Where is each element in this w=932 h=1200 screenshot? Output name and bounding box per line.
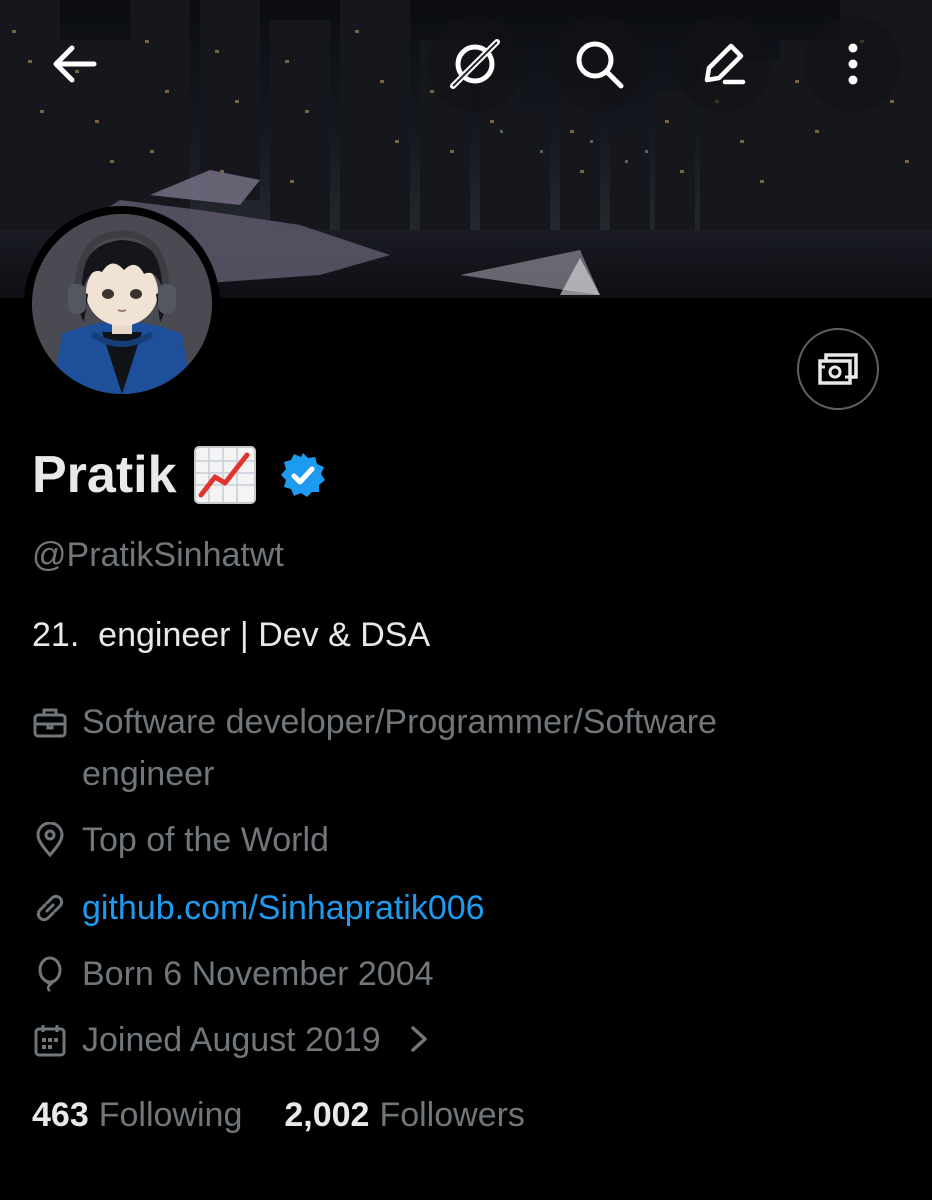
followers-label: Followers	[379, 1096, 525, 1134]
edit-profile-button[interactable]	[675, 16, 771, 112]
location-pin-icon	[36, 822, 64, 858]
arrow-left-icon	[53, 45, 97, 83]
follow-stats: 463 Following 2,002 Followers	[32, 1096, 525, 1135]
joined-text: Joined August 2019	[82, 1021, 381, 1059]
birthday-text: Born 6 November 2004	[82, 955, 434, 993]
profession-item: Software developer/Programmer/Software e…	[32, 696, 717, 800]
birthday-item: Born 6 November 2004	[32, 948, 434, 1000]
tips-button[interactable]	[797, 328, 879, 410]
verified-badge-icon	[280, 453, 325, 497]
money-icon	[818, 353, 858, 385]
profile-handle: @PratikSinhatwt	[32, 536, 284, 574]
location-item: Top of the World	[32, 814, 329, 866]
following-link[interactable]: 463 Following	[32, 1096, 242, 1135]
search-icon	[576, 41, 624, 89]
avatar-illustration	[32, 214, 212, 394]
chart-increasing-emoji	[193, 446, 256, 504]
briefcase-icon	[33, 708, 67, 738]
back-button[interactable]	[26, 16, 122, 112]
chevron-right-icon[interactable]	[407, 1024, 431, 1054]
website-link[interactable]: github.com/Sinhapratik006	[82, 882, 485, 934]
profile-name: Pratik	[32, 446, 177, 504]
profile-bio: 21. engineer | Dev & DSA	[32, 616, 431, 654]
more-options-button[interactable]	[805, 16, 901, 112]
grok-button[interactable]	[427, 16, 523, 112]
following-count: 463	[32, 1096, 89, 1134]
profile-name-row: Pratik	[32, 440, 327, 510]
profession-text: Software developer/Programmer/Software e…	[82, 703, 717, 793]
calendar-icon	[34, 1025, 66, 1057]
link-icon	[36, 894, 64, 922]
grok-icon	[450, 39, 500, 89]
edit-icon	[704, 43, 746, 85]
balloon-icon	[38, 956, 62, 992]
location-text: Top of the World	[82, 821, 329, 859]
search-button[interactable]	[551, 16, 647, 112]
joined-item[interactable]: Joined August 2019	[32, 1014, 431, 1066]
followers-count: 2,002	[284, 1096, 370, 1134]
more-vertical-icon	[848, 43, 858, 85]
website-item[interactable]: github.com/Sinhapratik006	[32, 882, 485, 934]
followers-link[interactable]: 2,002 Followers	[284, 1096, 525, 1135]
avatar[interactable]	[24, 206, 220, 402]
following-label: Following	[98, 1096, 243, 1134]
